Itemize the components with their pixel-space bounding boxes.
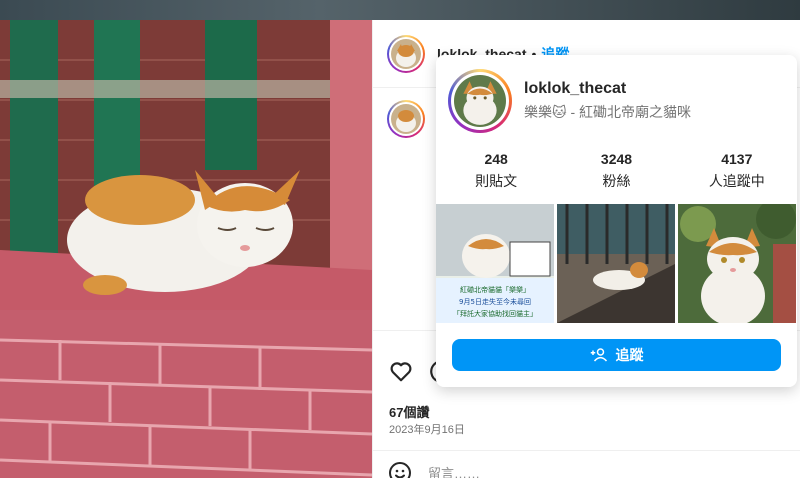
recent-post-thumbnail[interactable] — [557, 204, 675, 323]
instagram-post-view: loklok_thecat • 追蹤 67個讚 2023年9月16日 留言…… … — [0, 0, 800, 478]
stat-value: 3248 — [600, 151, 633, 167]
post-date[interactable]: 2023年9月16日 — [389, 421, 465, 437]
card-username[interactable]: loklok_thecat — [524, 80, 691, 98]
avatar-image — [454, 75, 506, 127]
stat-value: 248 — [484, 151, 508, 167]
likes-count[interactable]: 67個讚 — [389, 402, 429, 421]
recent-post-thumbnail[interactable]: 紅磡北帝貓貓「樂樂」 9月5日走失至今未尋回 「拜託大家協助找回貓主」 — [436, 204, 554, 323]
emoji-icon[interactable] — [388, 461, 412, 478]
top-strip — [0, 0, 800, 20]
add-user-icon — [590, 348, 607, 362]
follow-button-label: 追蹤 — [615, 347, 644, 363]
card-avatar[interactable] — [448, 69, 512, 133]
stat-followers[interactable]: 3248 粉絲 — [561, 151, 671, 191]
stat-label: 人追蹤中 — [708, 173, 765, 189]
stat-value: 4137 — [721, 151, 753, 167]
stat-label: 粉絲 — [602, 173, 631, 189]
profile-stats: 248 則貼文 3248 粉絲 4137 人追蹤中 — [436, 151, 797, 191]
card-full-name: 樂樂🐱 - 紅磡北帝廟之貓咪 — [524, 104, 692, 120]
recent-posts-grid: 紅磡北帝貓貓「樂樂」 9月5日走失至今未尋回 「拜託大家協助找回貓主」 — [436, 204, 797, 323]
stat-posts: 248 則貼文 — [441, 151, 551, 191]
card-follow-button[interactable]: 追蹤 — [452, 339, 781, 371]
avatar-image — [391, 38, 421, 69]
post-avatar[interactable] — [387, 34, 425, 73]
recent-post-thumbnail[interactable] — [678, 204, 796, 323]
stat-label: 則貼文 — [475, 173, 518, 189]
card-profile-header: loklok_thecat 樂樂🐱 - 紅磡北帝廟之貓咪 — [448, 69, 691, 133]
avatar-image — [391, 104, 421, 134]
comment-input[interactable] — [428, 461, 728, 478]
post-image[interactable] — [0, 20, 372, 478]
thumb-text-line1: 紅磡北帝貓貓「樂樂」 — [460, 285, 530, 294]
heart-icon[interactable] — [388, 358, 414, 384]
caption-avatar[interactable] — [387, 100, 425, 138]
stat-following[interactable]: 4137 人追蹤中 — [682, 151, 792, 191]
thumb-text-line2: 9月5日走失至今未尋回 — [459, 297, 531, 306]
thumb-text-line3: 「拜託大家協助找回貓主」 — [453, 309, 537, 318]
profile-hover-card: loklok_thecat 樂樂🐱 - 紅磡北帝廟之貓咪 248 則貼文 324… — [436, 55, 797, 387]
